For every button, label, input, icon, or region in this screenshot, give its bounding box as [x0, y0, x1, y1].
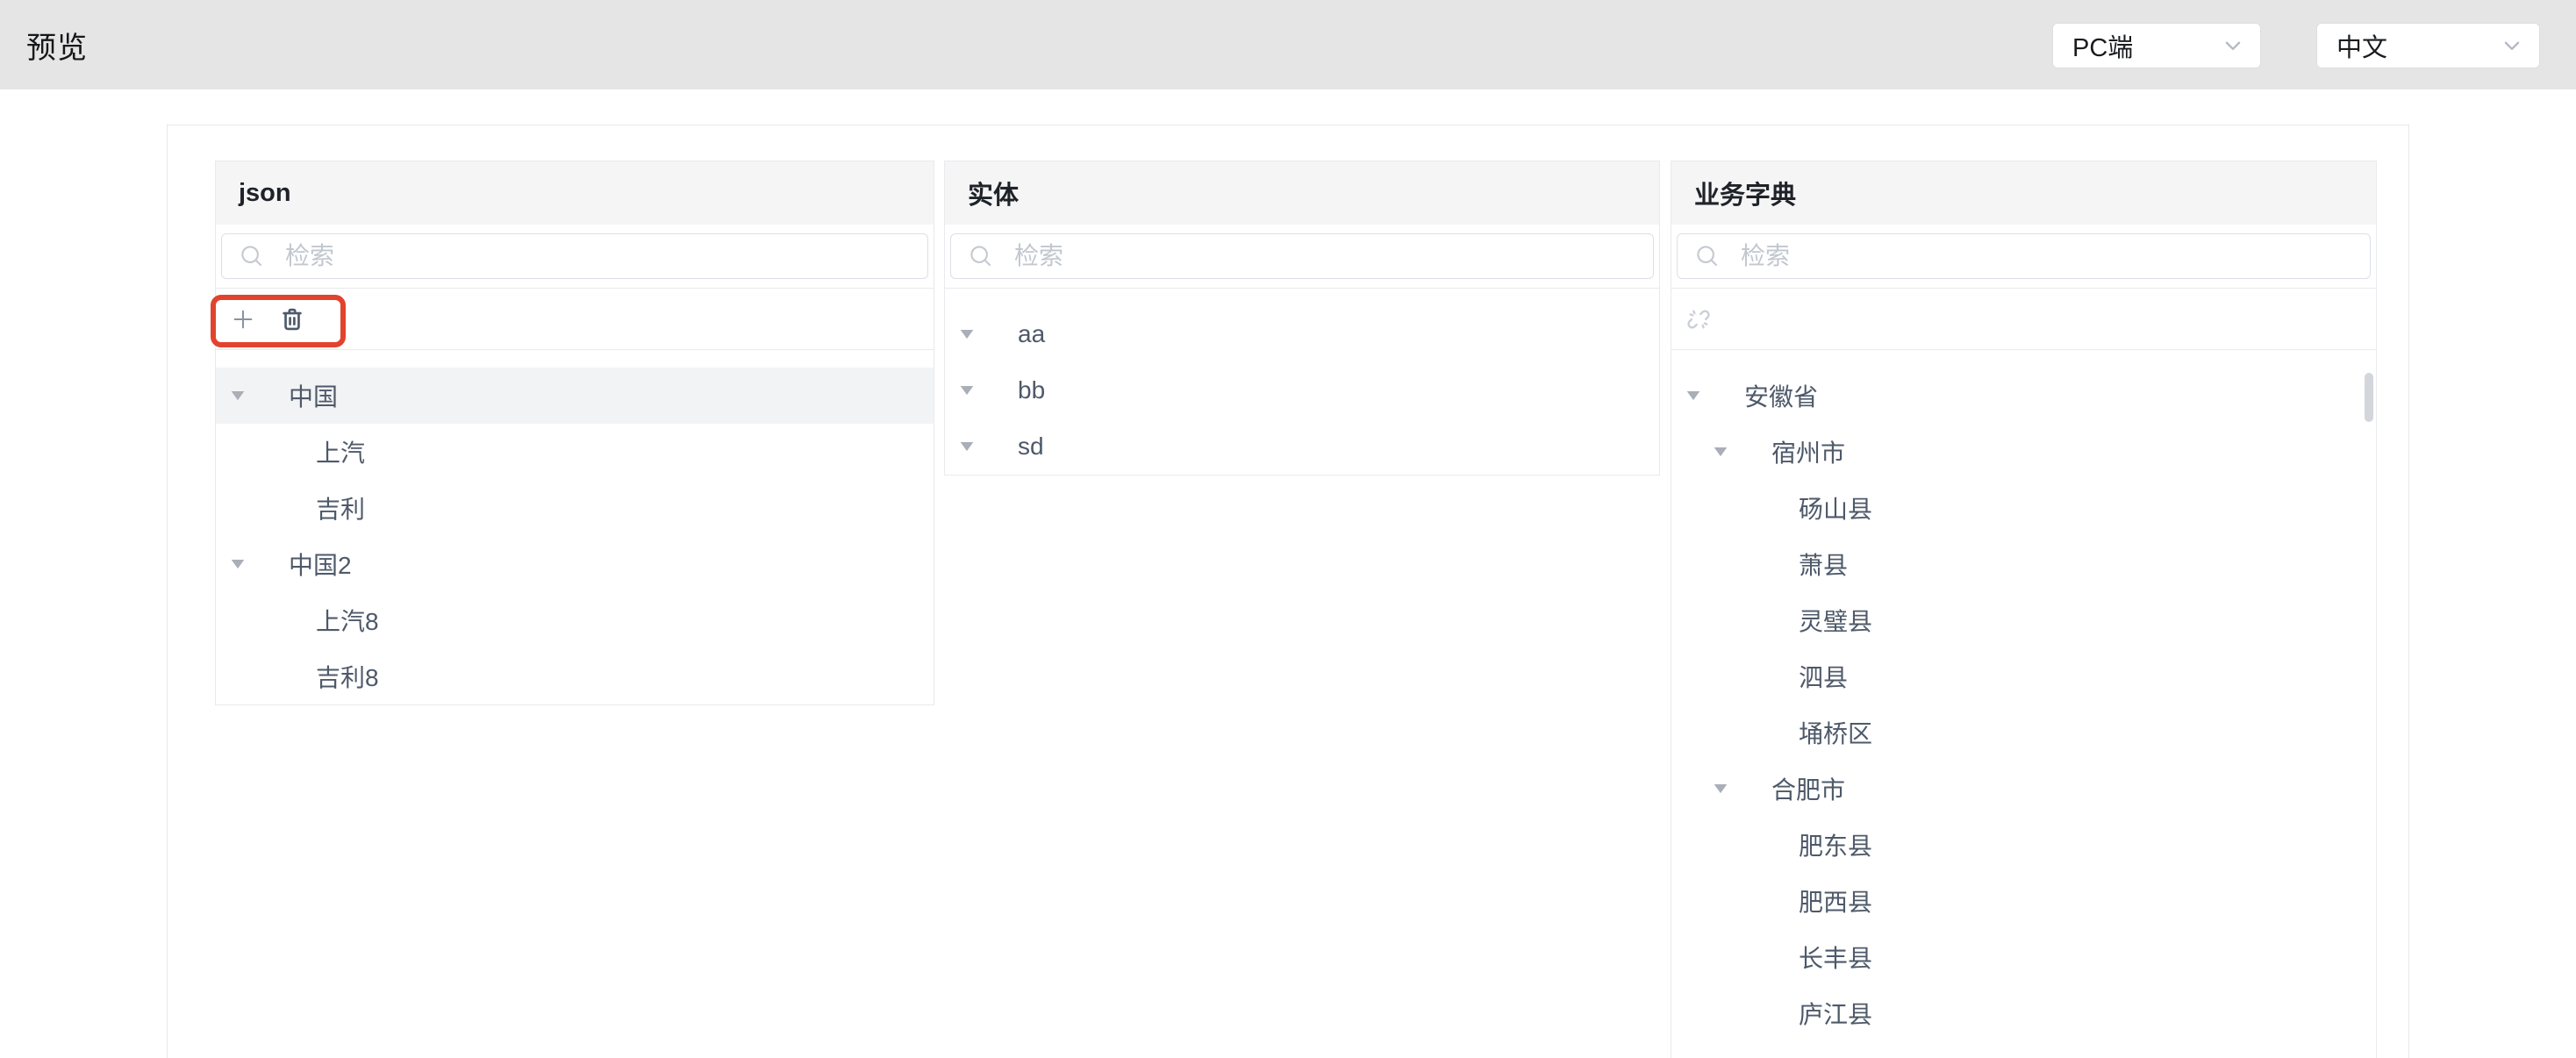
tree-item-label: 砀山县	[1799, 490, 1872, 525]
tree-item-label: 庐江县	[1799, 996, 1872, 1031]
panel-json: json 中国上汽吉利中国2 上汽8 吉利8	[215, 161, 934, 705]
tree-item-label: 宿州市	[1771, 434, 1845, 469]
json-toolbar	[216, 289, 934, 350]
caret-down-icon[interactable]	[954, 440, 980, 453]
page: 预览 PC端 中文 json	[0, 0, 2576, 1058]
dictionary-tree: 安徽省宿州市砀山县萧县灵璧县泗县埇桥区合肥市肥东县肥西县长丰县庐江县	[1671, 350, 2376, 1041]
entity-search-input[interactable]	[950, 233, 1654, 279]
panel-dictionary: 业务字典 安徽省宿州市砀山县萧县灵璧县泗县埇桥区合肥市肥东县肥西县长丰县庐江县	[1671, 161, 2377, 1058]
content-card: json 中国上汽吉利中国2 上汽8 吉利8 实体	[167, 125, 2409, 1058]
device-select-value: PC端	[2072, 27, 2133, 64]
tree-item-label: 泗县	[1799, 659, 1848, 694]
tree-item[interactable]: 肥东县	[1671, 817, 2376, 873]
tree-item[interactable]: 合肥市	[1671, 761, 2376, 817]
tree-item[interactable]: 上汽8	[216, 592, 934, 648]
tree-item[interactable]: 中国2	[216, 536, 934, 592]
panel-entity-title: 实体	[945, 161, 1659, 225]
tree-item-label: 灵璧县	[1799, 603, 1872, 638]
tree-item-label: 吉利	[316, 490, 365, 525]
tree-item-label: 中国2	[289, 547, 352, 582]
tree-item[interactable]: 安徽省	[1671, 368, 2376, 424]
panel-entity: 实体 aa bb sd	[944, 161, 1660, 475]
caret-down-icon[interactable]	[225, 558, 251, 570]
tree-item[interactable]: sd	[945, 418, 1659, 475]
tree-item[interactable]: 吉利	[216, 480, 934, 536]
add-button[interactable]	[227, 302, 259, 337]
panel-dictionary-title: 业务字典	[1671, 161, 2376, 225]
search-icon	[1694, 243, 1721, 269]
caret-down-icon[interactable]	[1707, 446, 1734, 458]
caret-down-icon[interactable]	[1707, 783, 1734, 795]
entity-tree: aa bb sd	[945, 289, 1659, 475]
panel-dictionary-search-area	[1671, 225, 2376, 289]
tree-item-label: bb	[1018, 376, 1045, 404]
page-title: 预览	[26, 0, 88, 89]
tree-item[interactable]: 肥西县	[1671, 873, 2376, 929]
tree-item-label: 吉利8	[316, 659, 379, 694]
caret-down-icon[interactable]	[954, 384, 980, 397]
tree-item[interactable]: 吉利8	[216, 648, 934, 704]
tree-item-label: aa	[1018, 320, 1045, 348]
dictionary-toolbar	[1671, 289, 2376, 350]
tree-item-label: 合肥市	[1771, 771, 1845, 806]
tree-item[interactable]: 灵璧县	[1671, 592, 2376, 648]
tree-item-label: sd	[1018, 432, 1044, 461]
tree-item[interactable]: 砀山县	[1671, 480, 2376, 536]
tree-item-label: 安徽省	[1744, 378, 1818, 413]
tree-item-label: 萧县	[1799, 547, 1848, 582]
tree-item-label: 中国	[289, 378, 338, 413]
panel-json-title: json	[216, 161, 934, 225]
search-icon	[968, 243, 994, 269]
tree-item[interactable]: bb	[945, 362, 1659, 418]
tree-item-label: 肥东县	[1799, 827, 1872, 862]
tree-item[interactable]: 萧县	[1671, 536, 2376, 592]
caret-down-icon[interactable]	[1680, 390, 1707, 402]
top-bar: 预览 PC端 中文	[0, 0, 2576, 89]
tree-item-label: 长丰县	[1799, 940, 1872, 975]
language-select[interactable]: 中文	[2316, 23, 2540, 68]
add-icon	[230, 306, 256, 332]
tree-item[interactable]: 庐江县	[1671, 985, 2376, 1041]
tree-item[interactable]: 中国	[216, 368, 934, 424]
dictionary-search-input[interactable]	[1677, 233, 2371, 279]
vertical-scrollbar-thumb[interactable]	[2365, 373, 2373, 422]
caret-down-icon[interactable]	[225, 390, 251, 402]
tree-item[interactable]: aa	[945, 306, 1659, 362]
tree-item[interactable]: 泗县	[1671, 648, 2376, 704]
json-tree: 中国上汽吉利中国2 上汽8 吉利8	[216, 350, 934, 704]
tree-item[interactable]: 上汽	[216, 424, 934, 480]
device-select[interactable]: PC端	[2052, 23, 2261, 68]
chevron-down-icon	[2501, 34, 2523, 57]
tree-item-label: 肥西县	[1799, 883, 1872, 919]
tree-item[interactable]: 长丰县	[1671, 929, 2376, 985]
language-select-value: 中文	[2336, 27, 2387, 64]
delete-button[interactable]	[276, 302, 308, 337]
search-icon	[239, 243, 265, 269]
tree-item[interactable]: 埇桥区	[1671, 704, 2376, 761]
tree-item-label: 上汽8	[316, 603, 379, 638]
json-search-input[interactable]	[221, 233, 928, 279]
panel-json-search-area	[216, 225, 934, 289]
tree-item[interactable]: 宿州市	[1671, 424, 2376, 480]
tree-item-label: 埇桥区	[1799, 715, 1872, 750]
delete-icon	[278, 305, 306, 333]
tree-item-label: 上汽	[316, 434, 365, 469]
unlink-button[interactable]	[1683, 302, 1714, 337]
caret-down-icon[interactable]	[954, 328, 980, 340]
panel-entity-search-area	[945, 225, 1659, 289]
unlink-icon	[1685, 306, 1712, 332]
chevron-down-icon	[2222, 34, 2244, 57]
